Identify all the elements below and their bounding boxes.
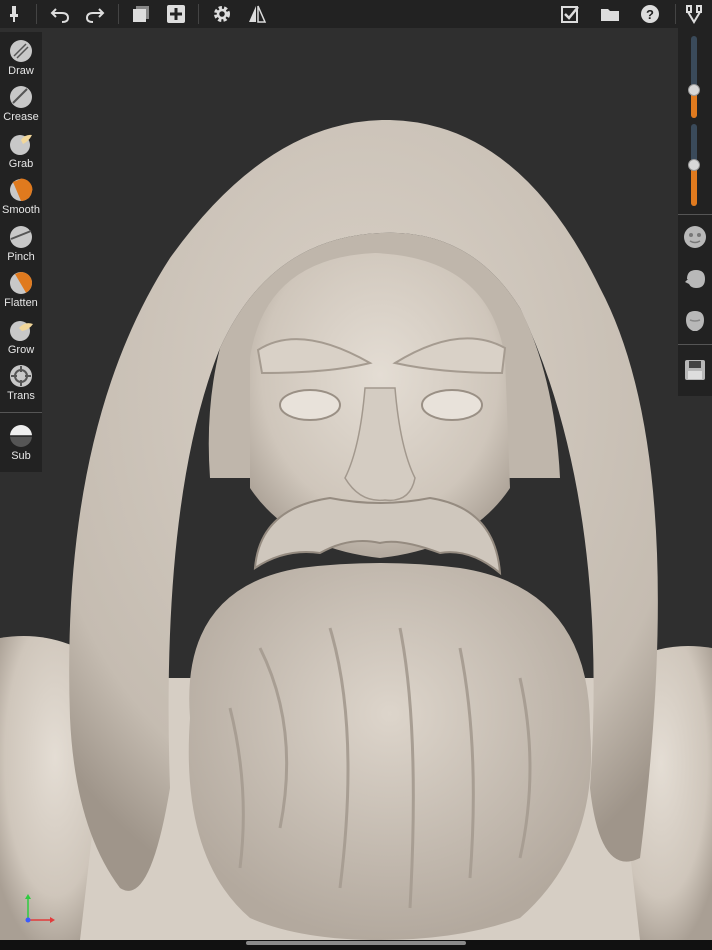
tool-trans[interactable]: Trans <box>0 359 42 405</box>
tool-label: Flatten <box>4 297 38 309</box>
tool-label: Draw <box>8 65 34 77</box>
add-icon[interactable] <box>164 3 188 25</box>
help-icon[interactable]: ? <box>638 3 662 25</box>
tool-label: Trans <box>7 390 35 402</box>
toolbar-divider <box>198 4 199 24</box>
toolbar-divider <box>36 4 37 24</box>
tool-draw[interactable]: Draw <box>0 34 42 80</box>
tool-smooth[interactable]: Smooth <box>0 173 42 219</box>
grow-icon <box>10 321 33 341</box>
toolbar-divider <box>675 4 676 24</box>
right-eye <box>421 389 483 421</box>
tool-label: Smooth <box>2 204 40 216</box>
pinch-icon <box>10 226 32 248</box>
draw-icon <box>10 40 32 62</box>
radius-slider[interactable] <box>691 36 697 118</box>
tool-flatten[interactable]: Flatten <box>0 266 42 312</box>
transform-icon <box>10 365 32 387</box>
right-panel <box>678 28 712 396</box>
tool-sub[interactable]: Sub <box>0 419 42 465</box>
tool-label: Crease <box>3 111 39 123</box>
settings-icon[interactable] <box>210 3 234 25</box>
left-eye <box>279 389 341 421</box>
radius-slider-thumb[interactable] <box>688 84 700 96</box>
axis-gizmo <box>25 894 55 923</box>
panel-divider <box>678 344 712 345</box>
undo-icon[interactable] <box>48 3 72 25</box>
folder-icon[interactable] <box>598 3 622 25</box>
intensity-slider-thumb[interactable] <box>688 159 700 171</box>
tool-pinch[interactable]: Pinch <box>0 220 42 266</box>
intensity-slider-fill <box>691 165 697 206</box>
top-toolbar: ? <box>0 0 712 28</box>
sculpt-viewport[interactable] <box>0 28 712 940</box>
tool-label: Pinch <box>7 251 35 263</box>
tool-crease[interactable]: Crease <box>0 80 42 126</box>
redo-icon[interactable] <box>83 3 107 25</box>
crease-icon <box>10 86 32 108</box>
smooth-icon <box>10 178 33 201</box>
grab-icon <box>10 134 32 155</box>
panel-divider <box>0 412 42 413</box>
toolbar-divider <box>118 4 119 24</box>
tool-label: Sub <box>11 450 31 462</box>
sculpt-model[interactable] <box>0 28 712 940</box>
sculpt-tool-panel: Draw Crease Grab Smooth Pinch Flatten Gr… <box>0 32 42 472</box>
subtract-icon <box>10 425 32 447</box>
matcap-head-icon[interactable] <box>683 309 707 333</box>
tool-label: Grab <box>8 158 34 170</box>
flatten-icon <box>10 272 32 294</box>
tools-icon[interactable] <box>682 3 706 25</box>
panel-divider <box>678 214 712 215</box>
symmetry-icon[interactable] <box>245 3 269 25</box>
save-icon[interactable] <box>683 358 707 382</box>
svg-text:?: ? <box>646 7 654 22</box>
tool-label: Grow <box>7 344 35 356</box>
checkbox-icon[interactable] <box>558 3 582 25</box>
matcap-side-icon[interactable] <box>683 267 707 291</box>
matcap-face-icon[interactable] <box>683 225 707 249</box>
paint-icon[interactable] <box>2 3 26 25</box>
tool-grab[interactable]: Grab <box>0 127 42 173</box>
home-indicator[interactable] <box>246 941 466 945</box>
tool-grow[interactable]: Grow <box>0 313 42 359</box>
layers-icon[interactable] <box>129 3 153 25</box>
mustache <box>253 496 502 576</box>
